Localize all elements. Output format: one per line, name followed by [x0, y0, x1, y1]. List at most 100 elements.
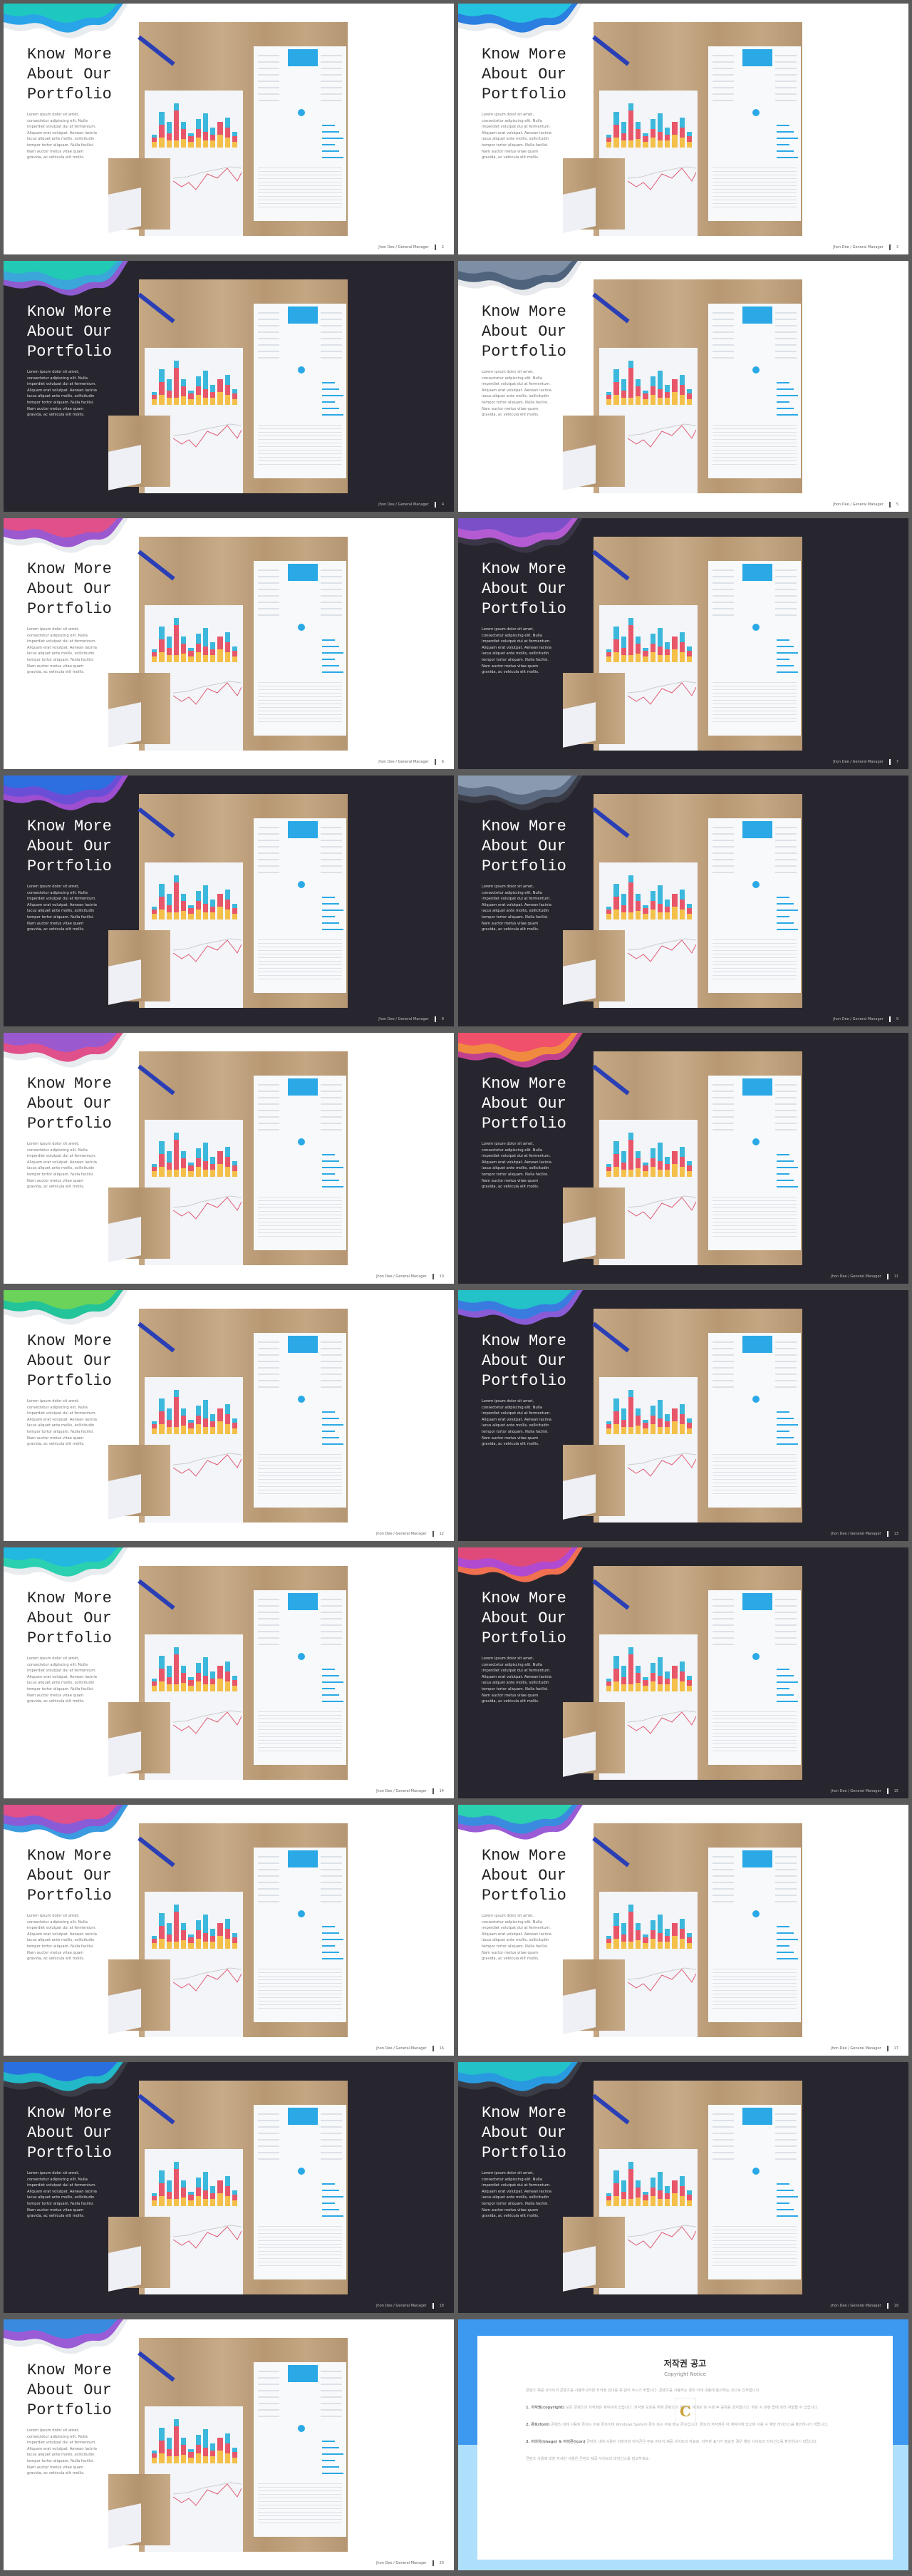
resume-text-line — [712, 464, 797, 465]
resume-text-line — [712, 331, 734, 333]
bar-chart-image — [606, 875, 692, 919]
resume-text-line — [712, 1715, 797, 1716]
inset-photo — [108, 2217, 170, 2292]
slide-thumbnail[interactable]: Know More About Our Portfolio Lorem ipsu… — [4, 776, 454, 1026]
page-number: 11 — [893, 1274, 898, 1279]
resume-text-line — [258, 1236, 342, 1237]
resume-text-line — [258, 1229, 342, 1230]
chart-bar — [217, 122, 223, 148]
copyright-slide[interactable]: 저작권 공고 Copyright Notice C 콘텐츠 제공 사이트의 콘텐… — [458, 2319, 908, 2570]
skill-bar — [777, 1437, 794, 1438]
chart-bar — [686, 1933, 692, 1949]
resume-text-line — [321, 1901, 342, 1902]
resume-text-line — [712, 608, 734, 609]
resume-text-line — [321, 2113, 342, 2115]
resume-text-line — [258, 1493, 342, 1494]
resume-text-line — [712, 1631, 734, 1632]
line-chart-image — [173, 423, 242, 448]
chart-bar — [686, 132, 692, 148]
slide-footer: Jhon Dee / General Manager 19 — [831, 2303, 898, 2309]
resume-text-line — [258, 2226, 342, 2227]
line-chart-image — [173, 1967, 242, 1992]
slide-thumbnail[interactable]: Know More About Our Portfolio Lorem ipsu… — [458, 1033, 908, 1284]
slide-body-text: Lorem ipsum dolor sit amet, consectetur … — [27, 1142, 97, 1190]
resume-text-line — [775, 2113, 797, 2115]
resume-text-line — [775, 331, 797, 333]
resume-text-line — [712, 1129, 734, 1130]
skill-bar — [322, 671, 343, 673]
slide-thumbnail[interactable]: Know More About Our Portfolio Lorem ipsu… — [4, 2319, 454, 2570]
pen-image — [592, 1836, 630, 1867]
resume-text-line — [321, 1895, 342, 1896]
resume-text-line — [712, 614, 734, 616]
skill-bar — [777, 1173, 789, 1175]
slide-thumbnail[interactable]: Know More About Our Portfolio Lorem ipsu… — [458, 518, 908, 769]
chart-bar — [621, 637, 626, 662]
chart-bar — [202, 1657, 208, 1691]
resume-text-line — [258, 331, 279, 333]
chart-bar — [210, 900, 216, 919]
chart-bar — [665, 1157, 670, 1177]
resume-text-line — [321, 1116, 342, 1118]
resume-text-line — [258, 2519, 342, 2520]
slide-thumbnail[interactable]: Know More About Our Portfolio Lorem ipsu… — [4, 1805, 454, 2056]
bar-chart-image — [606, 1647, 692, 1691]
resume-text-line — [258, 1895, 279, 1896]
resume-text-line — [258, 1367, 279, 1369]
resume-text-line — [258, 1454, 342, 1455]
slide-body-text: Lorem ipsum dolor sit amet, consectetur … — [482, 2171, 551, 2219]
resume-text-line — [712, 689, 797, 690]
slide-thumbnail[interactable]: Know More About Our Portfolio Lorem ipsu… — [4, 1033, 454, 1284]
resume-text-line — [712, 865, 734, 867]
resume-text-line — [775, 1901, 797, 1902]
resume-text-line — [258, 1486, 342, 1487]
resume-text-line — [258, 453, 342, 454]
resume-text-line — [321, 2403, 342, 2404]
slide-thumbnail[interactable]: Know More About Our Portfolio Lorem ipsu… — [4, 2062, 454, 2313]
resume-text-line — [258, 2508, 342, 2509]
resume-text-line — [775, 872, 797, 873]
slide-body-text: Lorem ipsum dolor sit amet, consectetur … — [482, 1142, 551, 1190]
slide-thumbnail[interactable]: Know More About Our Portfolio Lorem ipsu… — [4, 1547, 454, 1798]
resume-text-line — [712, 1895, 734, 1896]
resume-text-line — [712, 582, 734, 584]
resume-text-line — [712, 1976, 797, 1977]
chart-bar — [159, 2170, 165, 2206]
chart-bar — [606, 2193, 612, 2206]
resume-text-line — [321, 93, 342, 95]
slide-thumbnail[interactable]: Know More About Our Portfolio Lorem ipsu… — [458, 776, 908, 1026]
resume-text-line — [775, 1605, 797, 1607]
skill-bar — [322, 2196, 343, 2198]
skill-bar — [777, 1945, 789, 1947]
resume-text-line — [321, 2152, 342, 2153]
slide-thumbnail[interactable]: Know More About Our Portfolio Lorem ipsu… — [458, 1547, 908, 1798]
slide-thumbnail[interactable]: Know More About Our Portfolio Lorem ipsu… — [458, 4, 908, 254]
skill-bar — [322, 2460, 335, 2461]
slide-thumbnail[interactable]: Know More About Our Portfolio Lorem ipsu… — [4, 261, 454, 512]
resume-text-line — [258, 1479, 342, 1480]
printed-chart-card — [108, 959, 141, 1005]
inset-photo — [108, 2474, 170, 2549]
resume-paper — [708, 818, 801, 993]
slide-thumbnail[interactable]: Know More About Our Portfolio Lorem ipsu… — [458, 1805, 908, 2056]
resume-text-line — [775, 351, 797, 352]
slide-thumbnail[interactable]: Know More About Our Portfolio Lorem ipsu… — [458, 261, 908, 512]
slide-body-text: Lorem ipsum dolor sit amet, consectetur … — [27, 2171, 97, 2219]
slide-thumbnail[interactable]: Know More About Our Portfolio Lorem ipsu… — [4, 518, 454, 769]
resume-text-line — [712, 696, 797, 697]
slide-thumbnail[interactable]: Know More About Our Portfolio Lorem ipsu… — [4, 4, 454, 254]
resume-text-line — [321, 846, 342, 847]
chart-bar — [232, 132, 237, 148]
resume-text-line — [775, 1856, 797, 1858]
resume-text-line — [321, 2126, 342, 2128]
chart-bar — [224, 1147, 230, 1177]
resume-text-line — [258, 2515, 342, 2516]
resume-text-line — [712, 192, 797, 193]
slide-thumbnail[interactable]: Know More About Our Portfolio Lorem ipsu… — [458, 1290, 908, 1541]
slide-body-text: Lorem ipsum dolor sit amet, consectetur … — [482, 1399, 551, 1447]
slide-thumbnail[interactable]: Know More About Our Portfolio Lorem ipsu… — [4, 1290, 454, 1541]
chart-bar — [188, 905, 194, 919]
resume-text-line — [712, 1722, 797, 1723]
slide-thumbnail[interactable]: Know More About Our Portfolio Lorem ipsu… — [458, 2062, 908, 2313]
resume-text-line — [321, 1361, 342, 1362]
